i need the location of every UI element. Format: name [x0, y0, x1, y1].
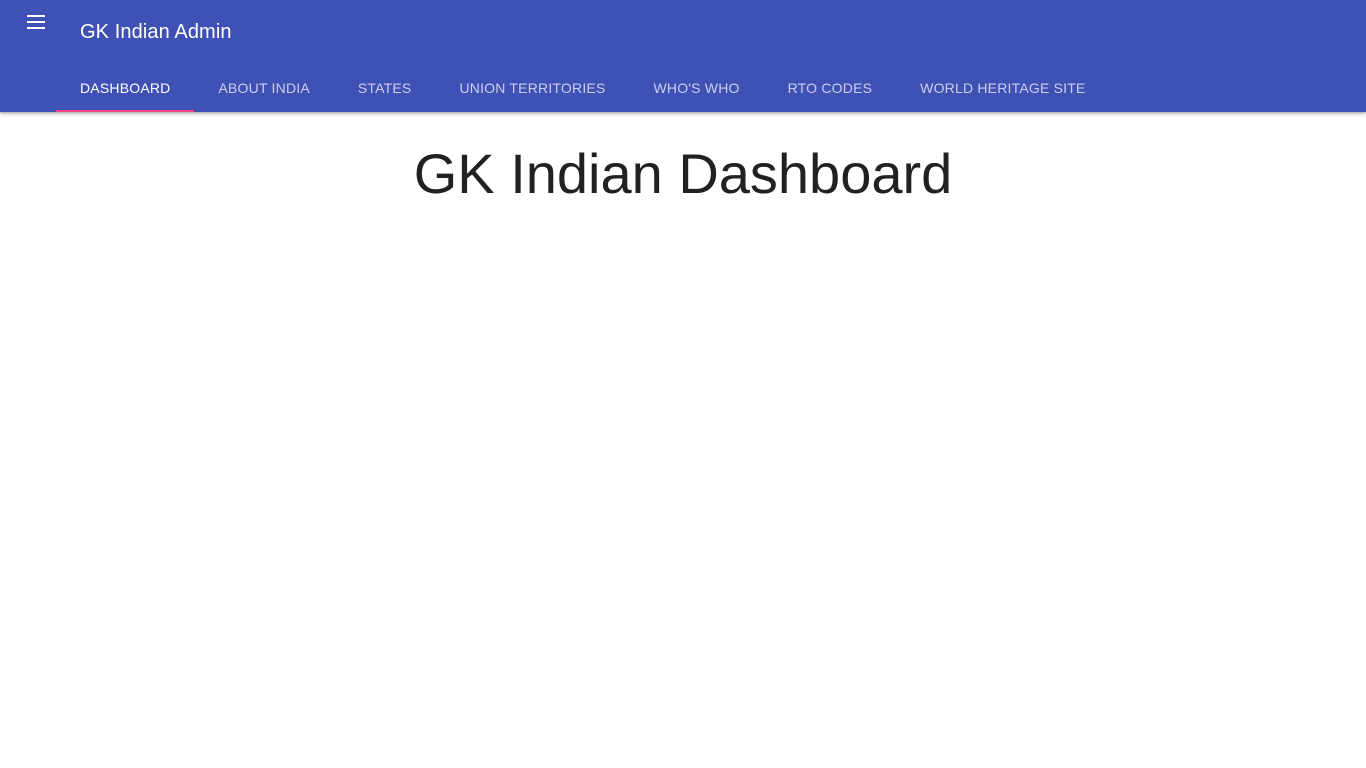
tab-dashboard[interactable]: DASHBOARD	[56, 64, 195, 112]
tab-label: ABOUT INDIA	[218, 80, 310, 96]
app-bar: GK Indian Admin DASHBOARD ABOUT INDIA ST…	[0, 0, 1366, 112]
tab-whos-who[interactable]: WHO'S WHO	[629, 64, 763, 112]
tab-union-territories[interactable]: UNION TERRITORIES	[435, 64, 629, 112]
app-title: GK Indian Admin	[80, 21, 232, 43]
tab-label: STATES	[357, 80, 412, 96]
tab-label: DASHBOARD	[80, 80, 171, 96]
tab-label: UNION TERRITORIES	[459, 80, 606, 96]
tab-bar: DASHBOARD ABOUT INDIA STATES UNION TERRI…	[56, 64, 1110, 112]
tab-rto-codes[interactable]: RTO CODES	[764, 64, 897, 112]
tab-world-heritage-site[interactable]: WORLD HERITAGE SITE	[896, 64, 1109, 112]
tab-label: RTO CODES	[787, 80, 873, 96]
tab-states[interactable]: STATES	[334, 64, 436, 112]
hamburger-menu-icon[interactable]	[16, 2, 56, 42]
tab-label: WHO'S WHO	[653, 80, 740, 96]
tab-label: WORLD HERITAGE SITE	[920, 80, 1086, 96]
page-title: GK Indian Dashboard	[413, 142, 953, 205]
active-tab-indicator	[56, 110, 195, 112]
tab-about-india[interactable]: ABOUT INDIA	[194, 64, 333, 112]
